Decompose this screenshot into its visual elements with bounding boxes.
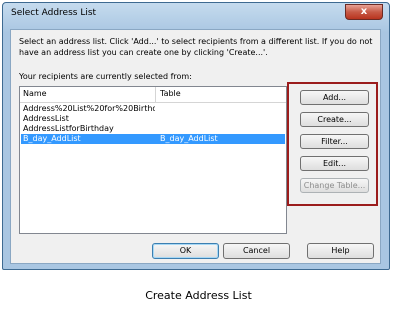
list-header: Name Table (20, 87, 286, 103)
help-button[interactable]: Help (307, 243, 374, 259)
change-table-button[interactable]: Change Table... (300, 178, 369, 193)
cancel-button[interactable]: Cancel (223, 243, 290, 259)
edit-button[interactable]: Edit... (300, 156, 369, 171)
row-name: AddressListforBirthday (23, 124, 114, 133)
dialog-title: Select Address List (11, 8, 97, 18)
row-name: B_day_AddList (23, 134, 81, 143)
add-button[interactable]: Add... (300, 90, 369, 105)
row-name: Address%20List%20for%20Birthda (23, 104, 155, 113)
create-button[interactable]: Create... (300, 112, 369, 127)
title-bar[interactable]: Select Address List x (3, 3, 389, 29)
dialog-window: Select Address List x Select an address … (2, 2, 390, 270)
column-divider (155, 87, 156, 102)
figure-caption: Create Address List (145, 289, 252, 302)
current-source-label: Your recipients are currently selected f… (19, 72, 192, 81)
list-row[interactable]: AddressListforBirthday (21, 124, 285, 134)
instructions-text: Select an address list. Click 'Add...' t… (19, 37, 373, 57)
close-button[interactable]: x (345, 4, 383, 20)
highlight-box: Add... Create... Filter... Edit... Chang… (287, 82, 378, 206)
close-icon: x (360, 6, 368, 17)
row-table: B_day_AddList (160, 134, 218, 143)
list-row-selected[interactable]: B_day_AddList B_day_AddList (21, 134, 285, 144)
list-row[interactable]: Address%20List%20for%20Birthda (21, 104, 285, 114)
column-header-name[interactable]: Name (23, 89, 47, 98)
dialog-body: Select an address list. Click 'Add...' t… (10, 29, 381, 264)
ok-button[interactable]: OK (152, 243, 219, 259)
list-row[interactable]: AddressList (21, 114, 285, 124)
row-name: AddressList (23, 114, 69, 123)
filter-button[interactable]: Filter... (300, 134, 369, 149)
address-list-view[interactable]: Name Table Address%20List%20for%20Birthd… (19, 86, 287, 234)
column-header-table[interactable]: Table (160, 89, 181, 98)
